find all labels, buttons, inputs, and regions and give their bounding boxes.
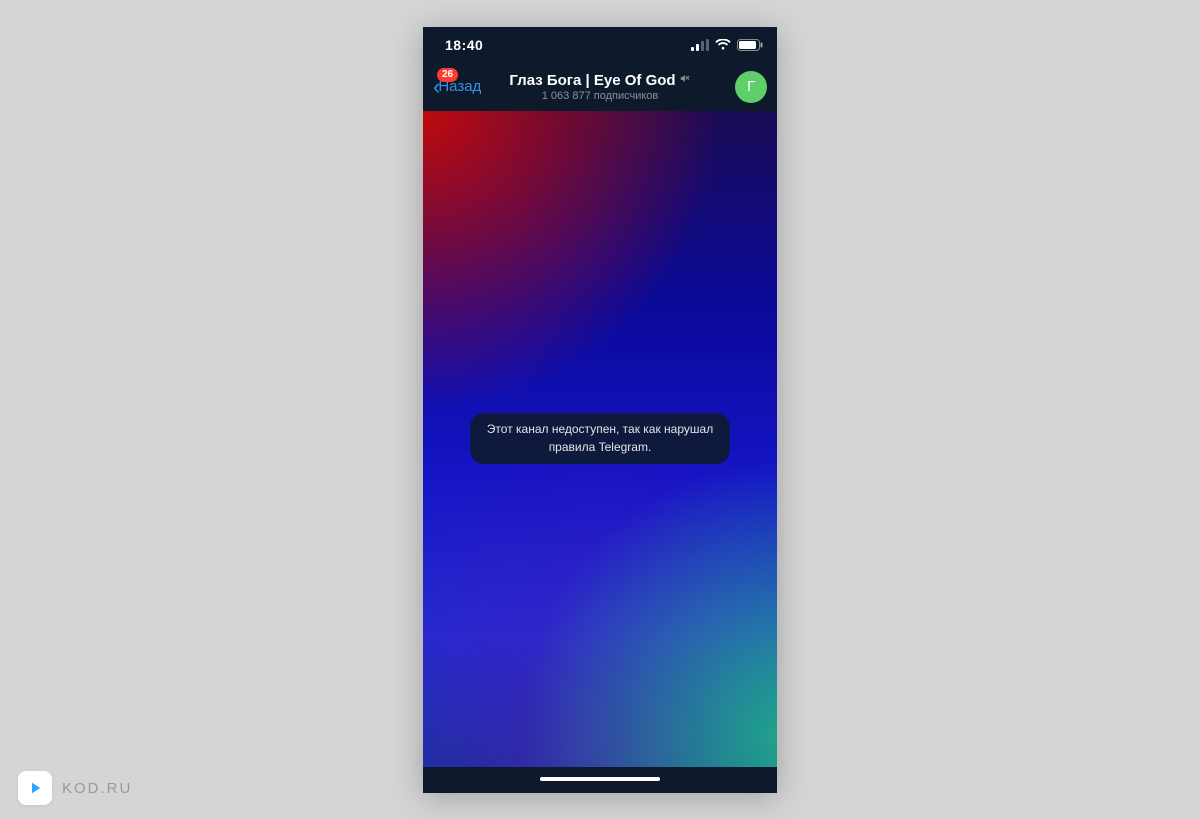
channel-title-block[interactable]: Глаз Бога | Eye Of God 1 063 877 подписч… — [509, 72, 690, 102]
watermark-logo-icon — [18, 771, 52, 805]
channel-title: Глаз Бога | Eye Of God — [509, 72, 675, 89]
source-watermark: KOD.RU — [18, 771, 132, 805]
status-time: 18:40 — [445, 37, 483, 53]
avatar-letter: Г — [747, 78, 755, 95]
channel-unavailable-message: Этот канал недоступен, так как нарушал п… — [470, 413, 730, 464]
status-icons — [691, 39, 763, 51]
chat-area[interactable]: Этот канал недоступен, так как нарушал п… — [423, 111, 777, 767]
watermark-text: KOD.RU — [62, 780, 132, 797]
channel-avatar[interactable]: Г — [735, 71, 767, 103]
back-button[interactable]: 26 ‹ Назад — [433, 76, 481, 98]
chat-header: 26 ‹ Назад Глаз Бога | Eye Of God 1 063 … — [423, 63, 777, 111]
bottom-bar — [423, 767, 777, 793]
phone-frame: 18:40 26 ‹ Назад Глаз — [423, 27, 777, 793]
cellular-icon — [691, 39, 709, 51]
battery-icon — [737, 39, 763, 51]
home-indicator[interactable] — [540, 777, 660, 781]
status-bar: 18:40 — [423, 27, 777, 63]
unread-badge: 26 — [437, 68, 458, 82]
subscriber-count: 1 063 877 подписчиков — [509, 90, 690, 102]
wifi-icon — [715, 39, 731, 51]
muted-icon — [680, 73, 691, 87]
